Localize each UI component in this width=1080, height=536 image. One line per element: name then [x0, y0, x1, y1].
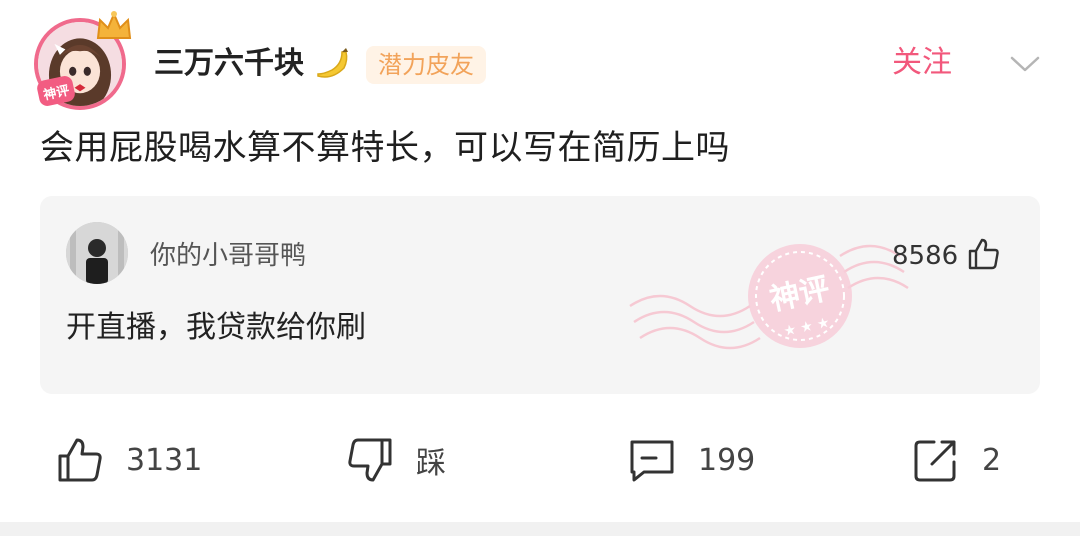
share-icon [914, 440, 956, 482]
banana-icon [317, 48, 348, 78]
chevron-down-icon[interactable] [1008, 52, 1042, 76]
level-badge: 潜力皮友 [366, 46, 486, 84]
comment-avatar-image [66, 222, 128, 284]
crown-icon [96, 11, 132, 39]
comment-bubble-icon [630, 440, 674, 482]
share-button[interactable]: 2 [910, 432, 1001, 488]
comment-like-count: 8586 [892, 241, 959, 271]
comment-author-name[interactable]: 你的小哥哥鸭 [150, 238, 306, 274]
thumbs-up-icon [58, 438, 102, 482]
comment-avatar[interactable] [66, 222, 128, 284]
author-name[interactable]: 三万六千块 [154, 44, 304, 84]
dislike-button[interactable]: 踩 [344, 432, 446, 488]
comment-count: 199 [698, 442, 756, 478]
author-avatar-container[interactable]: 神评 [34, 10, 138, 110]
top-comment-card[interactable]: 神评 ★ ★ ★ 你的小哥哥鸭 8586 开直播，我贷款给你刷 [40, 196, 1040, 394]
comment-text[interactable]: 开直播，我贷款给你刷 [66, 306, 366, 350]
shenping-stamp-icon: 神评 ★ ★ ★ [629, 244, 909, 350]
thumbs-down-icon [348, 438, 392, 482]
divider [0, 522, 1080, 536]
dislike-label: 踩 [416, 446, 446, 481]
comment-button[interactable]: 199 [626, 432, 755, 488]
thumbs-up-icon[interactable] [966, 236, 1002, 272]
post-text[interactable]: 会用屁股喝水算不算特长，可以写在简历上吗 [40, 124, 730, 172]
like-button[interactable]: 3131 [54, 432, 202, 488]
like-count: 3131 [126, 442, 203, 478]
shenping-badge-icon: 神评 [37, 76, 75, 106]
follow-button[interactable]: 关注 [892, 42, 952, 84]
share-count: 2 [982, 442, 1002, 478]
